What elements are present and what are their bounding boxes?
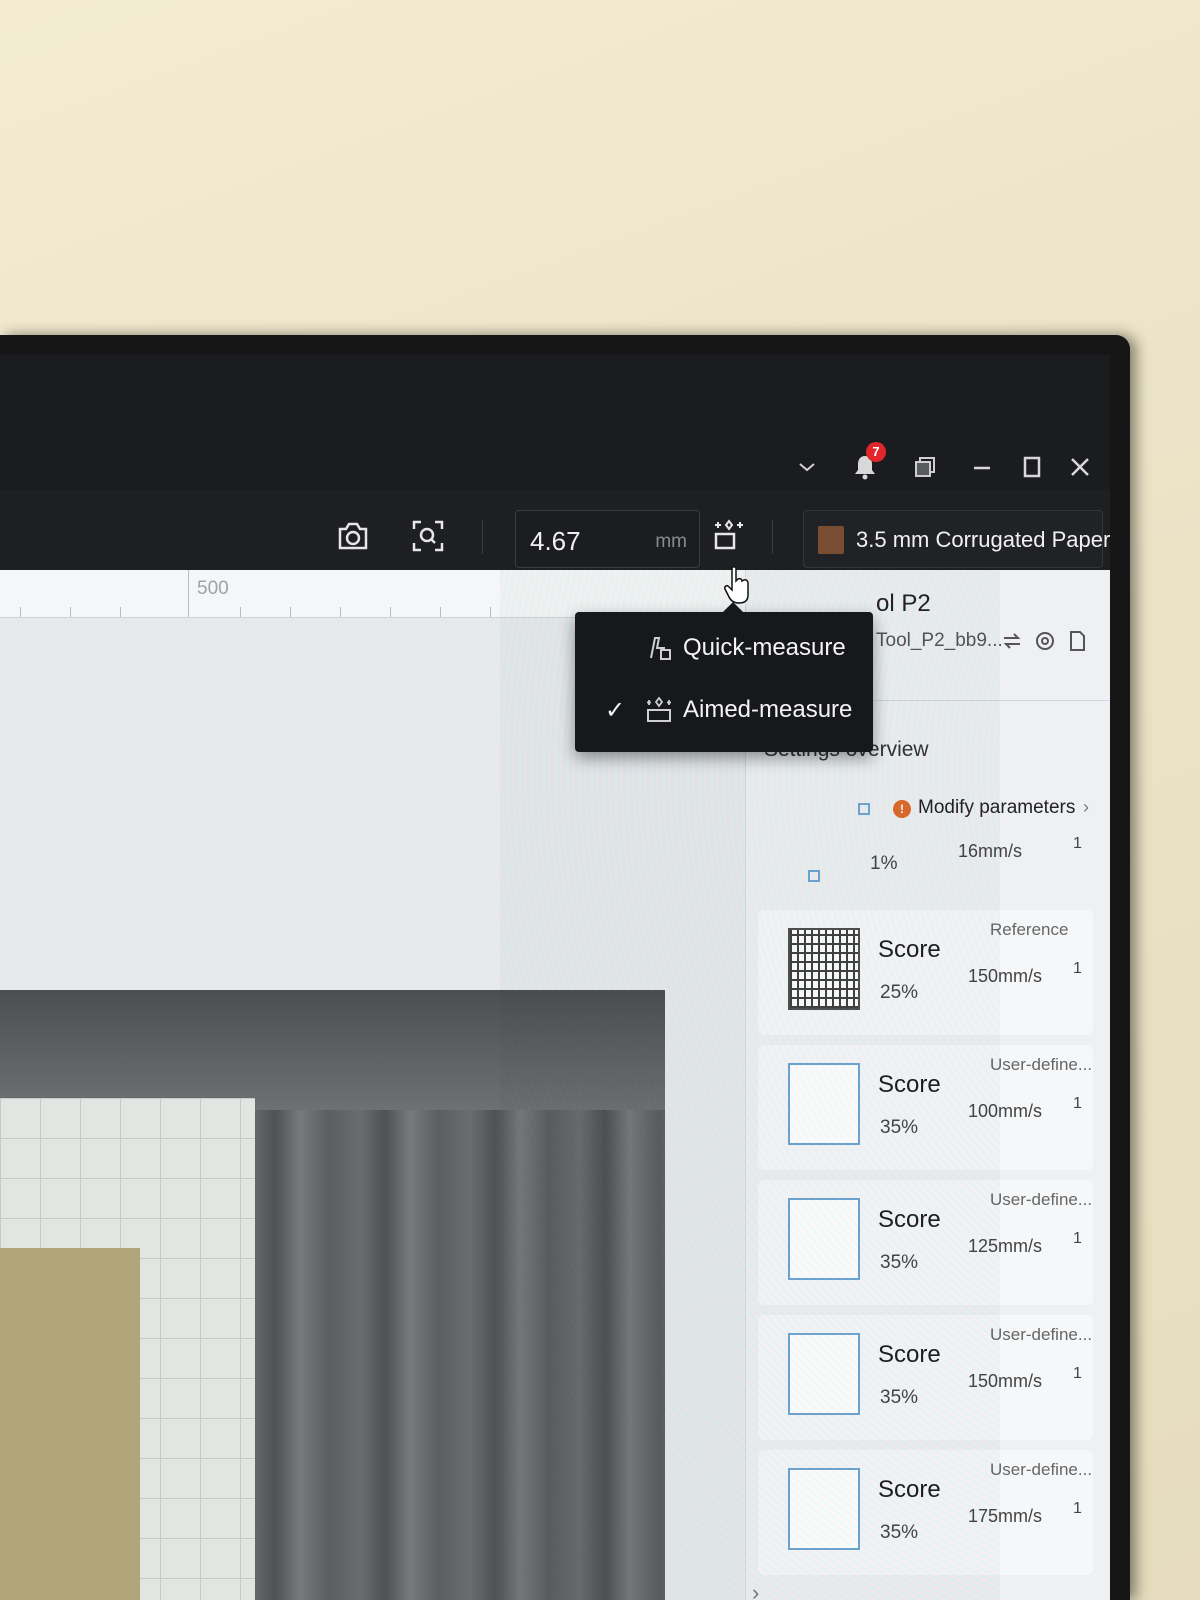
menu-item-label: Quick-measure <box>683 634 846 661</box>
layer-source: User-define... <box>990 1325 1093 1344</box>
layer-power: 35% <box>880 1252 919 1273</box>
layer-passes: 1 <box>1073 835 1082 852</box>
layer-thumbnail <box>788 1198 860 1280</box>
device-name: ol P2 <box>876 590 931 617</box>
layer-speed: 150mm/s <box>968 966 1043 986</box>
layer-passes: 1 <box>1073 1095 1082 1112</box>
checkbox[interactable] <box>808 870 820 882</box>
menu-item-aimed-measure[interactable]: ✓ Aimed-measure <box>575 682 873 738</box>
layer-power: 25% <box>880 982 919 1003</box>
app-window: 7 4.67 mm 3.5 mm Corrugated Paper 500 ol… <box>0 355 1110 1600</box>
layer-passes: 1 <box>1073 1230 1082 1247</box>
layer-process: Score <box>878 936 941 963</box>
layer-power: 35% <box>880 1522 919 1543</box>
swap-icon[interactable] <box>999 628 1025 654</box>
quick-measure-icon <box>645 634 673 662</box>
menu-item-label: Aimed-measure <box>683 696 853 723</box>
layer-passes: 1 <box>1073 960 1082 977</box>
toolbar-separator <box>482 520 483 554</box>
toolbar: 4.67 mm 3.5 mm Corrugated Paper <box>0 500 1110 570</box>
material-sheet <box>0 1248 140 1600</box>
modify-parameters-row[interactable]: ! Modify parameters › 1% 16mm/s 1 <box>758 775 1093 900</box>
layer-row[interactable]: Score 35% 175mm/s 1 User-define... <box>758 1450 1093 1575</box>
aimed-measure-icon <box>645 696 673 724</box>
settings-icon[interactable] <box>1032 628 1058 654</box>
device-id: Tool_P2_bb9... <box>876 630 1003 651</box>
title-bar: 7 <box>0 355 1110 490</box>
measure-dropdown-menu: Quick-measure ✓ Aimed-measure <box>575 602 873 752</box>
ruler-label: 500 <box>197 578 229 599</box>
work-area[interactable] <box>0 618 745 1600</box>
material-selector[interactable]: 3.5 mm Corrugated Paper <box>803 510 1110 568</box>
layer-speed: 100mm/s <box>968 1101 1043 1121</box>
notification-badge: 7 <box>866 442 886 462</box>
layer-speed: 150mm/s <box>968 1371 1043 1391</box>
layer-row[interactable]: Score 25% 150mm/s 1 Reference <box>758 910 1093 1035</box>
chevron-down-icon[interactable] <box>790 450 824 484</box>
layer-process: Score <box>878 1476 941 1503</box>
measure-icon[interactable] <box>710 516 750 556</box>
chevron-right-icon: › <box>1083 797 1089 817</box>
monitor-frame: 7 4.67 mm 3.5 mm Corrugated Paper 500 ol… <box>0 335 1130 1600</box>
layer-power: 35% <box>880 1387 919 1408</box>
window-stack-icon[interactable] <box>908 450 942 484</box>
layer-power: 35% <box>880 1117 919 1138</box>
layer-power: 1% <box>870 853 898 874</box>
material-name: 3.5 mm Corrugated Paper <box>856 527 1110 552</box>
maximize-icon[interactable] <box>1015 450 1049 484</box>
modify-parameters-label: Modify parameters <box>918 797 1076 818</box>
menu-item-quick-measure[interactable]: Quick-measure <box>575 620 873 676</box>
layer-row[interactable]: Score 35% 100mm/s 1 User-define... <box>758 1045 1093 1170</box>
layer-source: Reference <box>990 920 1069 939</box>
thickness-field[interactable]: 4.67 mm <box>515 510 700 568</box>
layer-source: User-define... <box>990 1055 1093 1074</box>
layer-thumbnail <box>788 1063 860 1145</box>
document-icon[interactable] <box>1064 628 1090 654</box>
layer-speed: 16mm/s <box>958 841 1023 861</box>
toolbar-separator <box>772 520 773 554</box>
layer-process: Score <box>878 1206 941 1233</box>
material-swatch <box>818 526 844 554</box>
hand-cursor-icon <box>724 566 749 604</box>
minimize-icon[interactable] <box>965 450 999 484</box>
thickness-unit: mm <box>655 531 687 552</box>
layer-thumbnail <box>788 928 860 1010</box>
layer-thumbnail <box>788 1468 860 1550</box>
layer-passes: 1 <box>1073 1365 1082 1382</box>
layer-process: Score <box>878 1071 941 1098</box>
horizontal-ruler: 500 <box>0 570 745 618</box>
layer-thumbnail <box>788 1333 860 1415</box>
collapse-panel-icon[interactable]: › <box>752 1580 759 1600</box>
focus-icon[interactable] <box>408 516 448 556</box>
layer-row[interactable]: Score 35% 125mm/s 1 User-define... <box>758 1180 1093 1305</box>
notifications-button[interactable]: 7 <box>848 442 886 484</box>
layer-row[interactable]: Score 35% 150mm/s 1 User-define... <box>758 1315 1093 1440</box>
layer-source: User-define... <box>990 1460 1093 1479</box>
layer-speed: 175mm/s <box>968 1506 1043 1526</box>
layer-process: Score <box>878 1341 941 1368</box>
check-icon: ✓ <box>605 697 626 724</box>
close-icon[interactable] <box>1063 450 1097 484</box>
layer-source: User-define... <box>990 1190 1093 1209</box>
warning-icon: ! <box>893 800 911 818</box>
background-wall <box>0 0 1200 360</box>
layer-speed: 125mm/s <box>968 1236 1043 1256</box>
checkbox[interactable] <box>858 803 870 815</box>
camera-icon[interactable] <box>333 516 373 556</box>
thickness-value: 4.67 <box>530 526 581 556</box>
layer-passes: 1 <box>1073 1500 1082 1517</box>
